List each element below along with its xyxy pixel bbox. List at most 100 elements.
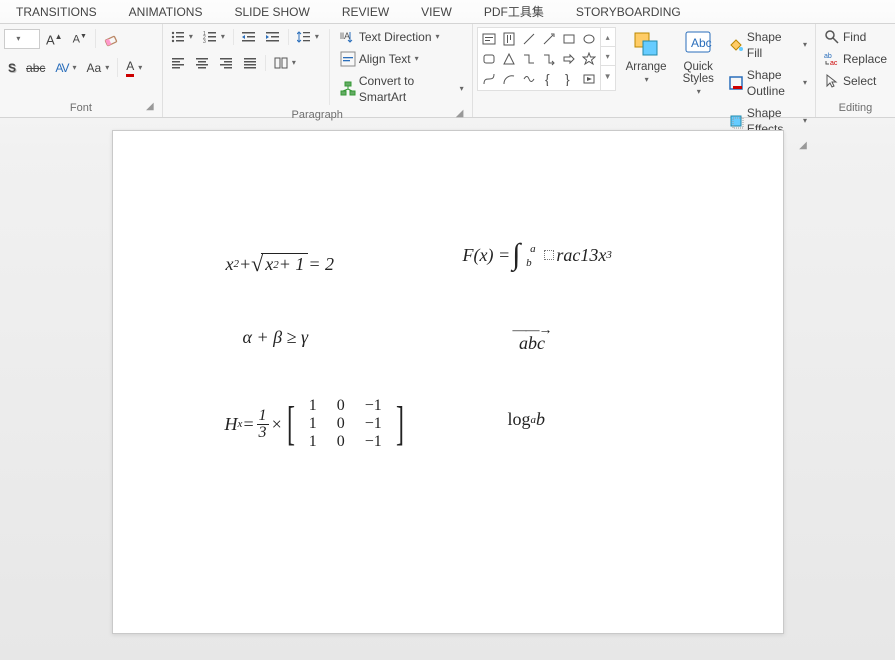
- numbering-icon: 123: [203, 30, 217, 44]
- shape-arc[interactable]: [500, 70, 518, 88]
- equation-6[interactable]: loga b: [508, 409, 546, 430]
- increase-font-size[interactable]: A▲: [42, 27, 67, 50]
- font-dialog-launcher[interactable]: ◢: [144, 102, 156, 114]
- replace-button[interactable]: abac Replace: [820, 49, 891, 69]
- shape-connector-arrow[interactable]: [540, 50, 558, 68]
- equation-5[interactable]: Hx = 13 × [ 10−1 10−1 10−1 ]: [225, 397, 408, 451]
- strikethrough[interactable]: abc: [22, 58, 49, 78]
- tab-pdf-tools[interactable]: PDF工具集: [468, 0, 560, 24]
- shape-textbox-horizontal[interactable]: [480, 30, 498, 48]
- equation-3[interactable]: α + β ≥ γ: [243, 327, 309, 348]
- shape-curve[interactable]: [520, 70, 538, 88]
- tab-transitions[interactable]: TRANSITIONS: [0, 1, 113, 23]
- select-button[interactable]: Select: [820, 71, 891, 91]
- tab-review[interactable]: REVIEW: [326, 1, 405, 23]
- line-spacing-icon: [297, 30, 311, 44]
- eq5-num: 1: [257, 408, 269, 424]
- paragraph-dialog-launcher[interactable]: ◢: [454, 109, 466, 121]
- align-center[interactable]: [191, 54, 213, 72]
- tab-animations[interactable]: ANIMATIONS: [113, 1, 219, 23]
- svg-text:Abc: Abc: [691, 36, 712, 50]
- eq2-lhs: F(x) =: [463, 245, 511, 266]
- find-button[interactable]: Find: [820, 27, 891, 47]
- svg-text:{: {: [545, 72, 550, 86]
- find-icon: [824, 29, 840, 45]
- align-right[interactable]: [215, 54, 237, 72]
- shape-action-button[interactable]: [580, 70, 598, 88]
- shape-freeform[interactable]: [480, 70, 498, 88]
- font-size-combo[interactable]: ▾: [4, 29, 40, 49]
- align-text[interactable]: Align Text▾: [336, 49, 468, 69]
- align-center-icon: [195, 56, 209, 70]
- change-case[interactable]: Aa▾: [83, 58, 114, 78]
- eq2-upper: a: [530, 243, 536, 255]
- decrease-indent[interactable]: [238, 28, 260, 46]
- eq2-lower: b: [526, 257, 532, 269]
- shape-rounded-rect[interactable]: [480, 50, 498, 68]
- shape-fill[interactable]: Shape Fill▾: [724, 27, 811, 63]
- equation-4[interactable]: ——→ abc: [513, 324, 552, 352]
- shape-outline-icon: [728, 75, 744, 91]
- clear-formatting[interactable]: [100, 29, 124, 49]
- text-direction[interactable]: llA Text Direction▾: [336, 27, 468, 47]
- shape-connector-elbow[interactable]: [520, 50, 538, 68]
- arrange-button[interactable]: Arrange▾: [620, 27, 673, 87]
- increase-indent[interactable]: [262, 28, 284, 46]
- shape-textbox-vertical[interactable]: [500, 30, 518, 48]
- eq5-var: H: [225, 414, 238, 435]
- align-right-icon: [219, 56, 233, 70]
- slide-area: x2 + √x2 + 1 = 2 F(x) = ∫ a b rac13x3 α …: [0, 118, 895, 634]
- shape-rectangle[interactable]: [560, 30, 578, 48]
- tab-view[interactable]: VIEW: [405, 1, 468, 23]
- shape-arrow-right[interactable]: [560, 50, 578, 68]
- tab-storyboarding[interactable]: STORYBOARDING: [560, 1, 697, 23]
- font-color[interactable]: A▾: [122, 56, 146, 79]
- align-left[interactable]: [167, 54, 189, 72]
- slide[interactable]: x2 + √x2 + 1 = 2 F(x) = ∫ a b rac13x3 α …: [112, 130, 784, 634]
- bullets[interactable]: ▾: [167, 27, 197, 47]
- select-label: Select: [843, 73, 876, 89]
- shape-star[interactable]: [580, 50, 598, 68]
- eq2-placeholder[interactable]: [544, 250, 554, 260]
- shape-gallery-scroll: ▴ ▾ ▼: [601, 27, 616, 91]
- align-justify-icon: [243, 56, 257, 70]
- align-justify[interactable]: [239, 54, 261, 72]
- line-spacing[interactable]: ▾: [293, 27, 323, 47]
- shape-fill-icon: [728, 37, 744, 53]
- shape-line[interactable]: [520, 30, 538, 48]
- character-spacing[interactable]: AV▾: [51, 58, 80, 78]
- smartart-icon: [340, 81, 356, 97]
- shape-right-brace[interactable]: }: [560, 70, 578, 88]
- gallery-scroll-up[interactable]: ▴: [601, 28, 615, 47]
- text-shadow[interactable]: S: [4, 58, 20, 78]
- decrease-font-size[interactable]: A▼: [69, 27, 91, 50]
- shape-outline[interactable]: Shape Outline▾: [724, 65, 811, 101]
- gallery-scroll-down[interactable]: ▾: [601, 47, 615, 66]
- gallery-expand[interactable]: ▼: [601, 66, 615, 86]
- find-label: Find: [843, 29, 866, 45]
- align-text-label: Align Text: [359, 51, 411, 67]
- group-editing-label: Editing: [839, 102, 873, 114]
- shape-left-brace[interactable]: {: [540, 70, 558, 88]
- tab-slideshow[interactable]: SLIDE SHOW: [218, 1, 325, 23]
- eq2-integrand: rac13x: [556, 245, 606, 266]
- shape-gallery[interactable]: { }: [477, 27, 601, 91]
- shape-outline-label: Shape Outline: [747, 67, 799, 99]
- group-font: ▾ A▲ A▼ S abc AV▾ Aa▾ A▾: [0, 24, 163, 117]
- shape-triangle[interactable]: [500, 50, 518, 68]
- shape-arrow-line[interactable]: [540, 30, 558, 48]
- shape-oval[interactable]: [580, 30, 598, 48]
- convert-to-smartart[interactable]: Convert to SmartArt▾: [336, 71, 468, 107]
- eq1-sqrt-tail: + 1: [279, 254, 305, 275]
- eq4-text: abc: [519, 334, 545, 352]
- drawing-dialog-launcher[interactable]: ◢: [797, 141, 809, 153]
- menu-bar: TRANSITIONS ANIMATIONS SLIDE SHOW REVIEW…: [0, 0, 895, 24]
- arrange-icon: [631, 29, 661, 59]
- equation-1[interactable]: x2 + √x2 + 1 = 2: [226, 253, 335, 275]
- group-font-label: Font: [70, 102, 92, 114]
- equation-2[interactable]: F(x) = ∫ a b rac13x3: [463, 243, 612, 267]
- columns[interactable]: ▾: [270, 53, 300, 73]
- quick-styles-button[interactable]: Abc Quick Styles▾: [677, 27, 720, 98]
- svg-text:llA: llA: [340, 31, 350, 41]
- numbering[interactable]: 123▾: [199, 27, 229, 47]
